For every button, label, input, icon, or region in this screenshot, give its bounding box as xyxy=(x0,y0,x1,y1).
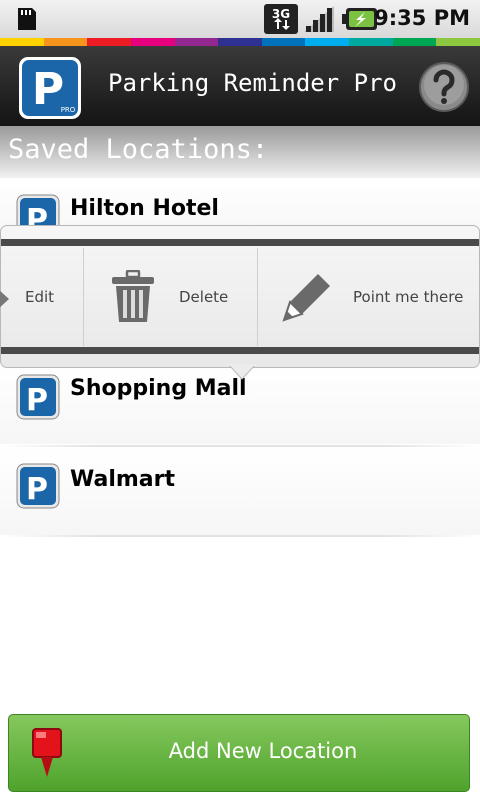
svg-text:P: P xyxy=(26,383,48,418)
rainbow-segment xyxy=(436,38,480,46)
delete-label: Delete xyxy=(179,288,229,306)
network-3g-icon: 3G xyxy=(264,4,298,34)
saved-locations-header: Saved Locations: xyxy=(0,126,480,178)
app-logo-icon: P PRO xyxy=(19,57,81,119)
point-me-there-action-button[interactable]: Point me there xyxy=(258,248,479,346)
popup-bottom-band xyxy=(1,347,479,354)
location-name: Shopping Mall xyxy=(70,376,247,401)
parking-icon: P xyxy=(16,374,60,420)
app-title-bar: P PRO Parking Reminder Pro xyxy=(0,46,480,126)
location-item-walmart[interactable]: P Walmart xyxy=(0,447,480,535)
logo-badge: PRO xyxy=(61,106,76,114)
edit-action-button[interactable]: Edit xyxy=(0,248,83,346)
rainbow-segment xyxy=(87,38,131,46)
network-type-label: 3G xyxy=(272,7,290,21)
rainbow-segment xyxy=(261,38,306,46)
rainbow-segment xyxy=(174,38,219,46)
popup-top-band xyxy=(1,239,479,246)
edit-label: Edit xyxy=(25,288,55,306)
add-new-location-label: Add New Location xyxy=(168,739,358,763)
help-question-icon[interactable] xyxy=(418,61,470,113)
trash-icon xyxy=(112,270,154,322)
rainbow-segment xyxy=(0,38,44,46)
delete-action-button[interactable]: Delete xyxy=(84,248,257,346)
add-new-location-button[interactable]: Add New Location xyxy=(8,714,470,792)
rainbow-segment xyxy=(130,38,175,46)
section-title: Saved Locations: xyxy=(8,134,269,165)
list-divider xyxy=(0,535,480,537)
sd-card-icon xyxy=(18,8,36,30)
rainbow-segment xyxy=(218,38,262,46)
rainbow-segment xyxy=(305,38,350,46)
logo-letter: P xyxy=(32,64,64,115)
status-bar: 3G 9:35 PM xyxy=(0,0,480,38)
rainbow-segment xyxy=(43,38,88,46)
rainbow-segment xyxy=(349,38,393,46)
rainbow-segment xyxy=(392,38,437,46)
quick-action-popup: Edit Delete Point me there xyxy=(0,225,480,368)
parking-icon: P xyxy=(16,463,60,509)
edit-arrow-icon xyxy=(0,290,9,308)
signal-strength-icon xyxy=(304,6,334,32)
battery-charging-icon xyxy=(342,8,377,30)
status-time: 9:35 PM xyxy=(374,6,470,30)
app-title: Parking Reminder Pro xyxy=(108,69,397,97)
point-me-there-label: Point me there xyxy=(353,288,464,306)
pencil-icon xyxy=(282,274,330,322)
rainbow-stripe xyxy=(0,38,480,46)
location-name: Walmart xyxy=(70,467,176,492)
location-name: Hilton Hotel xyxy=(70,196,219,221)
popup-pointer-arrow xyxy=(228,364,256,380)
svg-text:P: P xyxy=(26,472,48,507)
